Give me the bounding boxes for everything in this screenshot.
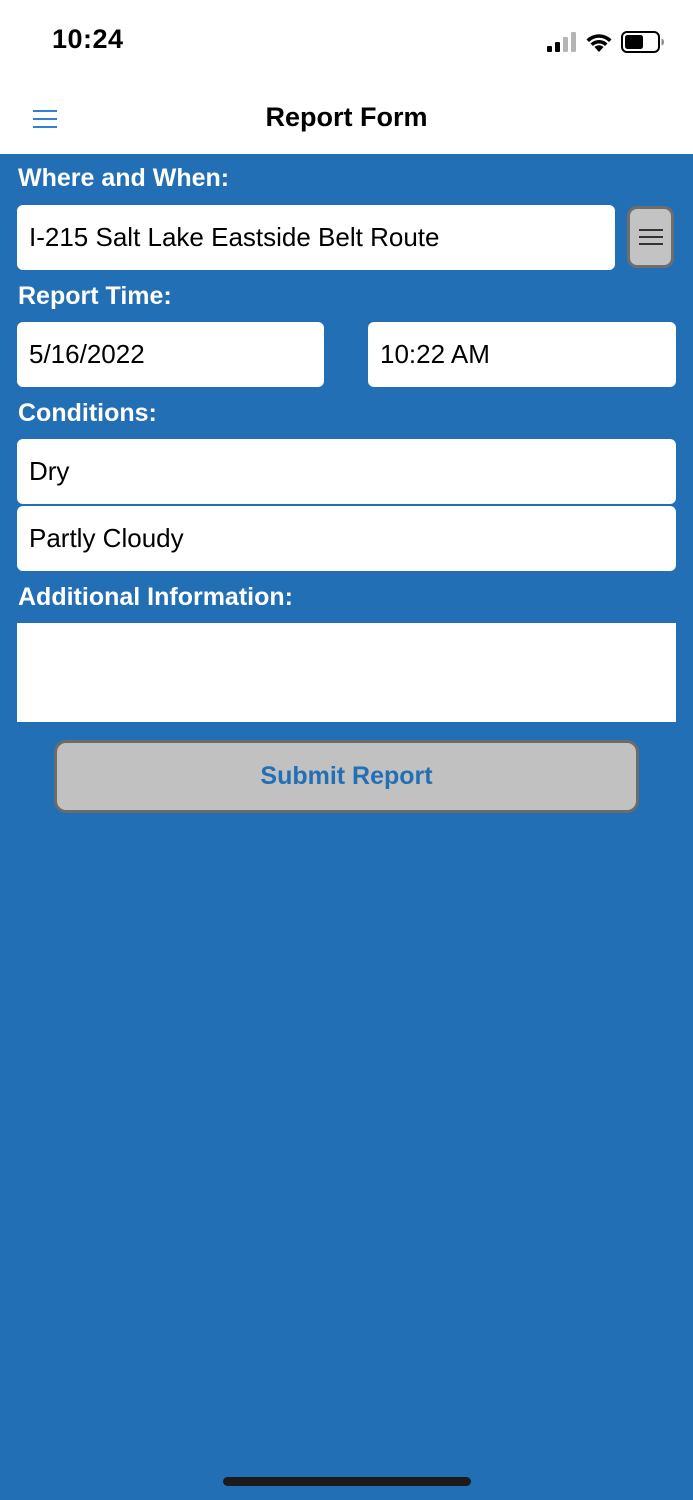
report-time-label: Report Time:: [18, 282, 172, 310]
submit-report-label: Submit Report: [260, 762, 433, 790]
where-and-when-label: Where and When:: [18, 164, 230, 192]
additional-information-input[interactable]: [17, 623, 676, 722]
time-value: 10:22 AM: [380, 339, 490, 369]
sky-condition-field[interactable]: Partly Cloudy: [17, 506, 676, 571]
road-condition-value: Dry: [29, 456, 70, 486]
home-indicator[interactable]: [223, 1477, 471, 1486]
page-title: Report Form: [265, 102, 428, 132]
sky-condition-value: Partly Cloudy: [29, 523, 184, 553]
submit-report-button[interactable]: Submit Report: [54, 740, 639, 813]
conditions-label: Conditions:: [18, 399, 157, 427]
route-value: I-215 Salt Lake Eastside Belt Route: [29, 222, 440, 252]
additional-information-label: Additional Information:: [18, 583, 293, 611]
status-time: 10:24: [52, 24, 124, 54]
date-field[interactable]: 5/16/2022: [17, 322, 324, 387]
wifi-icon: [586, 34, 612, 52]
route-list-button[interactable]: [627, 206, 674, 268]
date-value: 5/16/2022: [29, 339, 145, 369]
cellular-signal-icon: [547, 32, 576, 52]
battery-icon: [621, 31, 664, 53]
navigation-bar: Report Form: [0, 86, 693, 154]
status-icons: [547, 30, 665, 54]
route-field[interactable]: I-215 Salt Lake Eastside Belt Route: [17, 205, 615, 270]
road-condition-field[interactable]: Dry: [17, 439, 676, 504]
time-field[interactable]: 10:22 AM: [368, 322, 676, 387]
status-bar: 10:24: [0, 0, 693, 86]
list-icon: [638, 229, 663, 245]
report-form-screen: 10:24 Report Form Where and When: I-215 …: [0, 0, 693, 1500]
